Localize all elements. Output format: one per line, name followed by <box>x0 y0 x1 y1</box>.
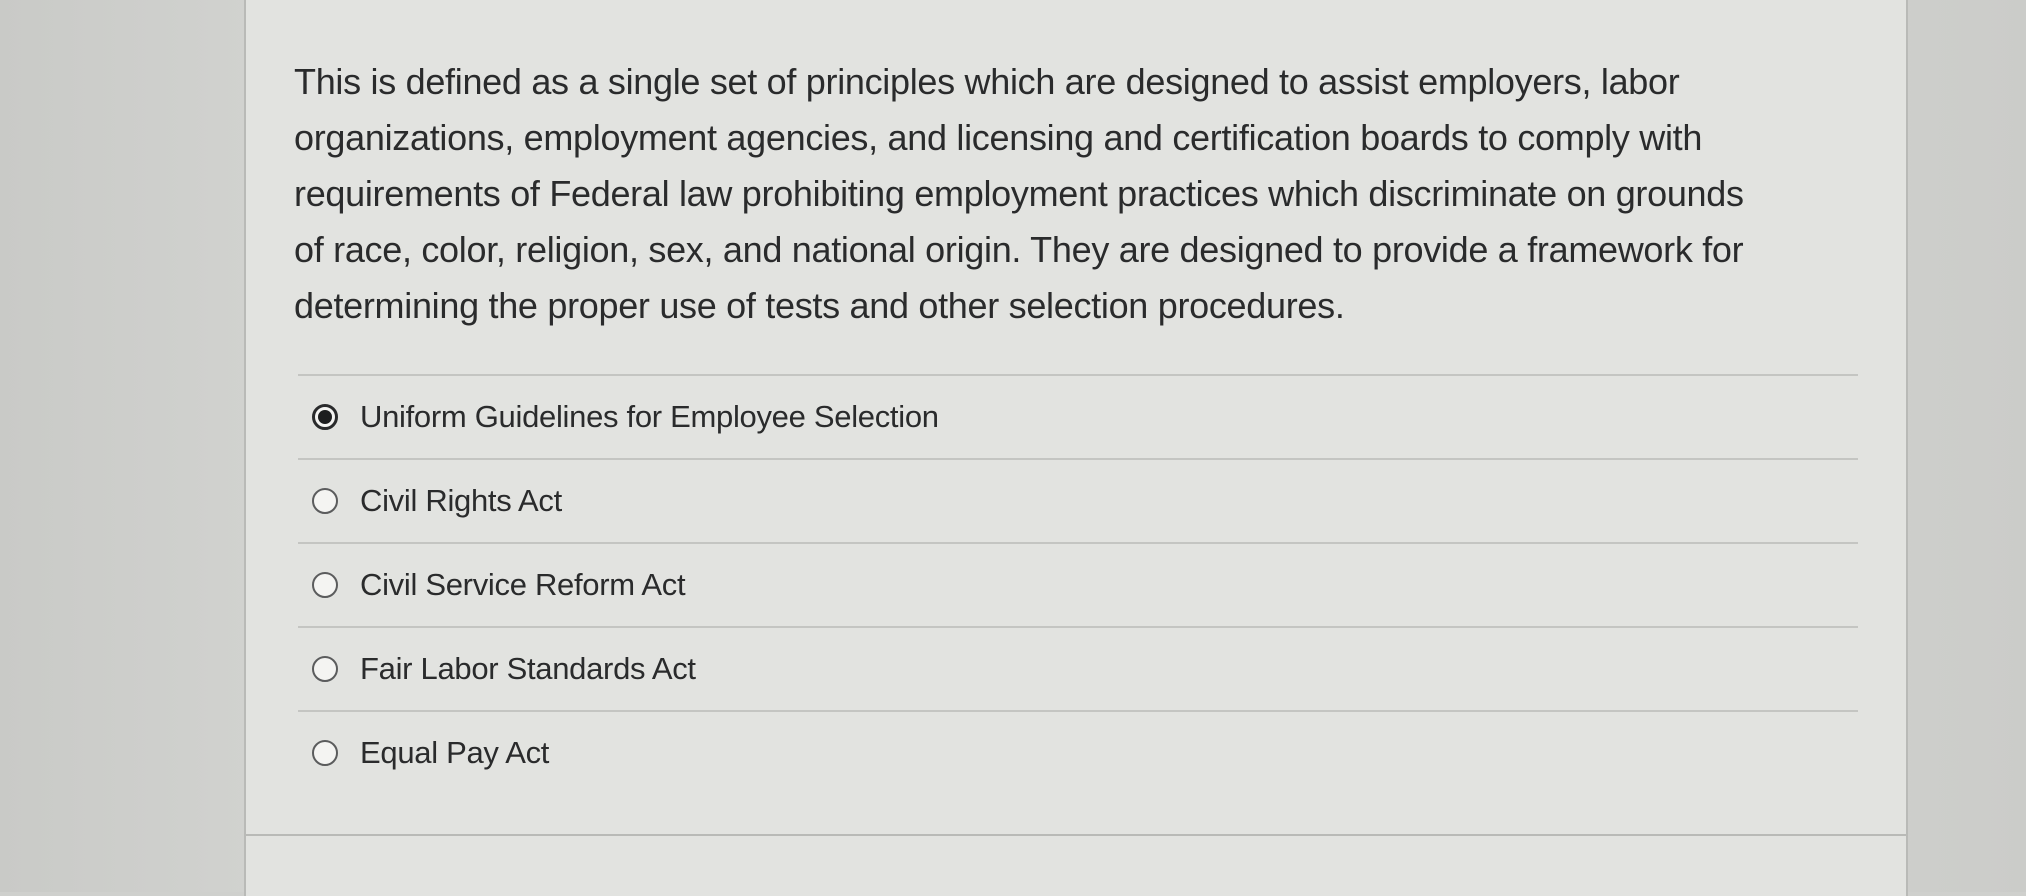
answer-label: Civil Service Reform Act <box>360 567 686 602</box>
answer-option-uniform-guidelines[interactable]: Uniform Guidelines for Employee Selectio… <box>298 376 1858 460</box>
radio-selected-icon[interactable] <box>312 404 338 430</box>
question-text-line: This is defined as a single set of princ… <box>294 61 1680 102</box>
question-text-line: requirements of Federal law prohibiting … <box>294 173 1744 214</box>
question-text-line: organizations, employment agencies, and … <box>294 117 1703 158</box>
answer-label: Uniform Guidelines for Employee Selectio… <box>360 399 939 434</box>
radio-unselected-icon[interactable] <box>312 740 338 766</box>
question-text: This is defined as a single set of princ… <box>294 54 1894 334</box>
radio-dot <box>318 410 332 424</box>
answer-option-civil-service-reform-act[interactable]: Civil Service Reform Act <box>298 544 1858 628</box>
answer-label: Civil Rights Act <box>360 483 562 518</box>
radio-unselected-icon[interactable] <box>312 572 338 598</box>
answer-list: Uniform Guidelines for Employee Selectio… <box>298 374 1858 794</box>
question-text-line: of race, color, religion, sex, and natio… <box>294 229 1744 270</box>
answer-option-civil-rights-act[interactable]: Civil Rights Act <box>298 460 1858 544</box>
answer-label: Fair Labor Standards Act <box>360 651 696 686</box>
question-text-line: determining the proper use of tests and … <box>294 285 1345 326</box>
answer-option-equal-pay-act[interactable]: Equal Pay Act <box>298 712 1858 794</box>
question-card: This is defined as a single set of princ… <box>244 0 1908 896</box>
radio-unselected-icon[interactable] <box>312 488 338 514</box>
answer-label: Equal Pay Act <box>360 735 550 770</box>
answer-option-fair-labor-standards-act[interactable]: Fair Labor Standards Act <box>298 628 1858 712</box>
radio-unselected-icon[interactable] <box>312 656 338 682</box>
